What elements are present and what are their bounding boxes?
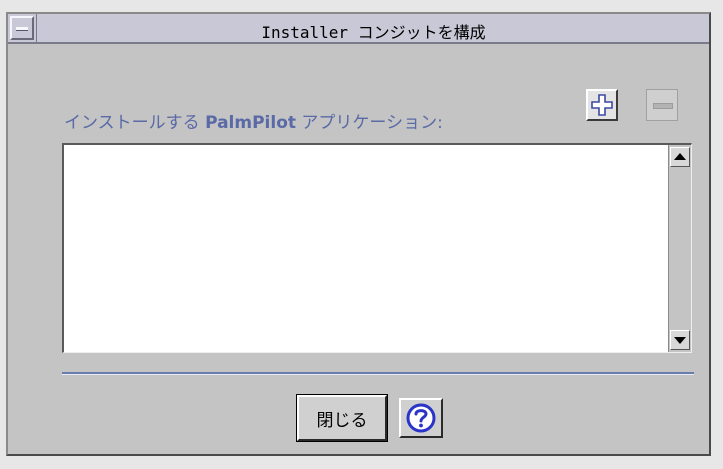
remove-application-button[interactable] [646, 89, 678, 121]
applications-label: インストールする PalmPilot アプリケーション: [64, 108, 443, 133]
question-icon [406, 403, 436, 433]
label-prefix: インストールする [64, 113, 206, 133]
scroll-down-button[interactable] [670, 330, 690, 350]
label-suffix: アプリケーション: [296, 113, 443, 133]
add-application-button[interactable] [586, 89, 618, 121]
separator [62, 372, 694, 375]
window-menu-button[interactable] [10, 16, 34, 40]
arrow-up-icon [674, 153, 686, 160]
scroll-up-button[interactable] [670, 147, 690, 167]
title-bar[interactable]: Installer コンジットを構成 [8, 14, 709, 44]
label-brand: PalmPilot [205, 113, 297, 133]
title-divider [36, 14, 37, 42]
window-menu-icon [16, 27, 28, 31]
close-button-label: 閉じる [316, 410, 368, 431]
application-list[interactable] [62, 143, 692, 353]
minus-icon [653, 103, 673, 109]
close-button[interactable]: 閉じる [296, 394, 388, 442]
help-button[interactable] [399, 398, 443, 438]
arrow-down-icon [674, 337, 686, 344]
configure-installer-conduit-dialog: Installer コンジットを構成 インストールする PalmPilot アプ… [6, 12, 711, 456]
plus-icon [591, 94, 613, 116]
vertical-scrollbar[interactable] [668, 145, 691, 352]
window-title: Installer コンジットを構成 [261, 23, 486, 42]
